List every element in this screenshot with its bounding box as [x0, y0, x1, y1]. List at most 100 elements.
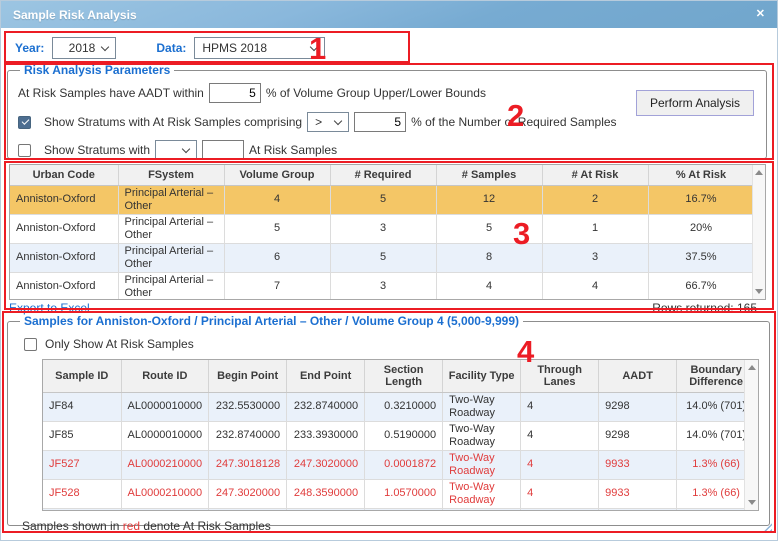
comparison-operator-select[interactable]: >: [307, 112, 350, 132]
samples-table-scrollbar[interactable]: [744, 360, 758, 510]
stratums-percent-label: Show Stratums with At Risk Samples compr…: [44, 115, 303, 129]
table-row[interactable]: Anniston-Oxford Principal Arterial – Othe…: [10, 243, 755, 273]
table-cell: Principal Arterial – Other: [118, 243, 225, 273]
stratums-percent-input[interactable]: [354, 112, 407, 132]
data-select[interactable]: HPMS 2018: [194, 37, 326, 59]
year-select[interactable]: 2018: [52, 37, 117, 59]
chevron-down-icon: [310, 42, 319, 51]
table-cell: JF527: [43, 450, 122, 480]
table-cell: [43, 508, 122, 510]
table-cell: [208, 508, 288, 510]
table-cell: 247.3020000: [286, 450, 366, 480]
table-cell: [598, 508, 678, 510]
table-cell: 1: [542, 214, 649, 244]
year-label: Year:: [15, 41, 45, 55]
chevron-down-icon: [333, 116, 343, 125]
table-cell: 4: [542, 272, 649, 299]
table-cell: 248.3590000: [286, 479, 366, 509]
comparison-operator-value: >: [315, 115, 323, 129]
column-header: Volume Group: [224, 165, 331, 186]
data-select-value: HPMS 2018: [202, 41, 268, 55]
stratums-percent-checkbox[interactable]: [18, 115, 31, 129]
scroll-up-icon[interactable]: [755, 170, 763, 175]
screen: Sample Risk Analysis ✕ Year: 2018 Data: …: [0, 0, 778, 541]
table-row[interactable]: JF84 AL0000010000 232.5530000 232.8740000 0.…: [43, 392, 757, 422]
table-cell: Anniston-Oxford: [10, 214, 119, 244]
stratums-count-suffix: At Risk Samples: [249, 143, 338, 157]
export-to-excel-link[interactable]: Export to Excel: [9, 301, 90, 315]
table-row[interactable]: Anniston-Oxford Principal Arterial – Othe…: [10, 214, 755, 244]
table-cell: 8: [436, 243, 543, 273]
only-show-at-risk-checkbox[interactable]: [24, 337, 37, 351]
table-cell: [364, 508, 444, 510]
chevron-down-icon: [181, 144, 191, 153]
table-cell: Two-Way Roadway: [442, 392, 522, 422]
count-operator-select[interactable]: [155, 140, 198, 160]
close-icon[interactable]: ✕: [756, 9, 765, 20]
table-cell: 5: [436, 214, 543, 244]
table-cell: Principal Arterial – Other: [118, 185, 225, 215]
table-cell: 233.3930000: [286, 421, 366, 451]
table-cell: 3: [330, 214, 437, 244]
note-red-word: red: [122, 519, 141, 533]
table-cell: Principal Arterial – Other: [118, 272, 225, 299]
table-footer-row: Export to Excel Rows returned: 165: [9, 301, 757, 315]
column-header: Route ID: [121, 360, 210, 393]
table-cell: AL0000010000: [121, 421, 210, 451]
table-cell: 9298: [598, 421, 678, 451]
table-cell: 20%: [648, 214, 755, 244]
stratums-count-label: Show Stratums with: [44, 143, 151, 157]
table-row[interactable]: JF85 AL0000010000 232.8740000 233.3930000 0.…: [43, 421, 757, 451]
stratum-table-container: Urban Code FSystem Volume Group # Required #…: [9, 164, 766, 300]
table-cell: 12: [436, 185, 543, 215]
table-row[interactable]: Anniston-Oxford Principal Arterial – Othe…: [10, 185, 755, 215]
table-cell: Anniston-Oxford: [10, 243, 119, 273]
table-cell: 9298: [598, 392, 678, 422]
table-cell: 232.8740000: [208, 421, 288, 451]
table-cell: 37.5%: [648, 243, 755, 273]
scroll-up-icon[interactable]: [747, 365, 756, 370]
column-header: End Point: [286, 360, 366, 393]
column-header: Facility Type: [442, 360, 522, 393]
table-cell: AL0000010000: [121, 392, 210, 422]
aadt-within-suffix: % of Volume Group Upper/Lower Bounds: [265, 86, 486, 100]
table-cell: 0.5190000: [364, 421, 444, 451]
table-cell: Principal Arterial – Other: [118, 214, 225, 244]
table-row[interactable]: Two-Way Roadway: [43, 508, 757, 510]
perform-analysis-button[interactable]: Perform Analysis: [635, 90, 754, 116]
only-show-at-risk-label: Only Show At Risk Samples: [45, 337, 194, 351]
note-text-post: denote At Risk Samples: [140, 519, 271, 533]
window-titlebar[interactable]: Sample Risk Analysis ✕: [1, 1, 777, 28]
column-header: Sample ID: [43, 360, 122, 393]
column-header: Through Lanes: [520, 360, 600, 393]
table-cell: AL0000210000: [121, 450, 210, 480]
scroll-down-icon[interactable]: [755, 289, 763, 294]
stratums-percent-suffix: % of the Number of Required Samples: [411, 115, 617, 129]
table-cell: [121, 508, 210, 510]
scroll-down-icon[interactable]: [747, 500, 756, 505]
filter-bar: Year: 2018 Data: HPMS 2018: [15, 37, 326, 59]
table-cell: 0.0001872: [364, 450, 444, 480]
sample-risk-analysis-window: Sample Risk Analysis ✕ Year: 2018 Data: …: [0, 0, 778, 541]
table-cell: 232.5530000: [208, 392, 288, 422]
stratums-count-checkbox[interactable]: [18, 143, 31, 157]
only-show-at-risk-row: Only Show At Risk Samples: [24, 337, 759, 351]
table-cell: 16.7%: [648, 185, 755, 215]
stratum-table-scrollbar[interactable]: [752, 165, 765, 299]
aadt-within-input[interactable]: [208, 83, 261, 103]
stratums-count-input[interactable]: [202, 140, 245, 160]
column-header: Urban Code: [10, 165, 119, 186]
column-header: Section Length: [364, 360, 444, 393]
table-cell: Anniston-Oxford: [10, 185, 119, 215]
samples-table: Sample ID Route ID Begin Point End Point Sec…: [43, 360, 757, 510]
table-row[interactable]: JF527 AL0000210000 247.3018128 247.3020000 0…: [43, 450, 757, 480]
table-row[interactable]: Anniston-Oxford Principal Arterial – Othe…: [10, 272, 755, 299]
rows-returned-status: Rows returned: 165: [652, 301, 757, 315]
column-header: # At Risk: [542, 165, 649, 186]
column-header: % At Risk: [648, 165, 755, 186]
table-cell: 5: [224, 214, 331, 244]
table-row[interactable]: JF528 AL0000210000 247.3020000 248.3590000 1…: [43, 479, 757, 509]
table-cell: 0.3210000: [364, 392, 444, 422]
table-cell: 4: [520, 479, 600, 509]
samples-legend: Samples for Anniston-Oxford / Principal …: [24, 314, 520, 328]
